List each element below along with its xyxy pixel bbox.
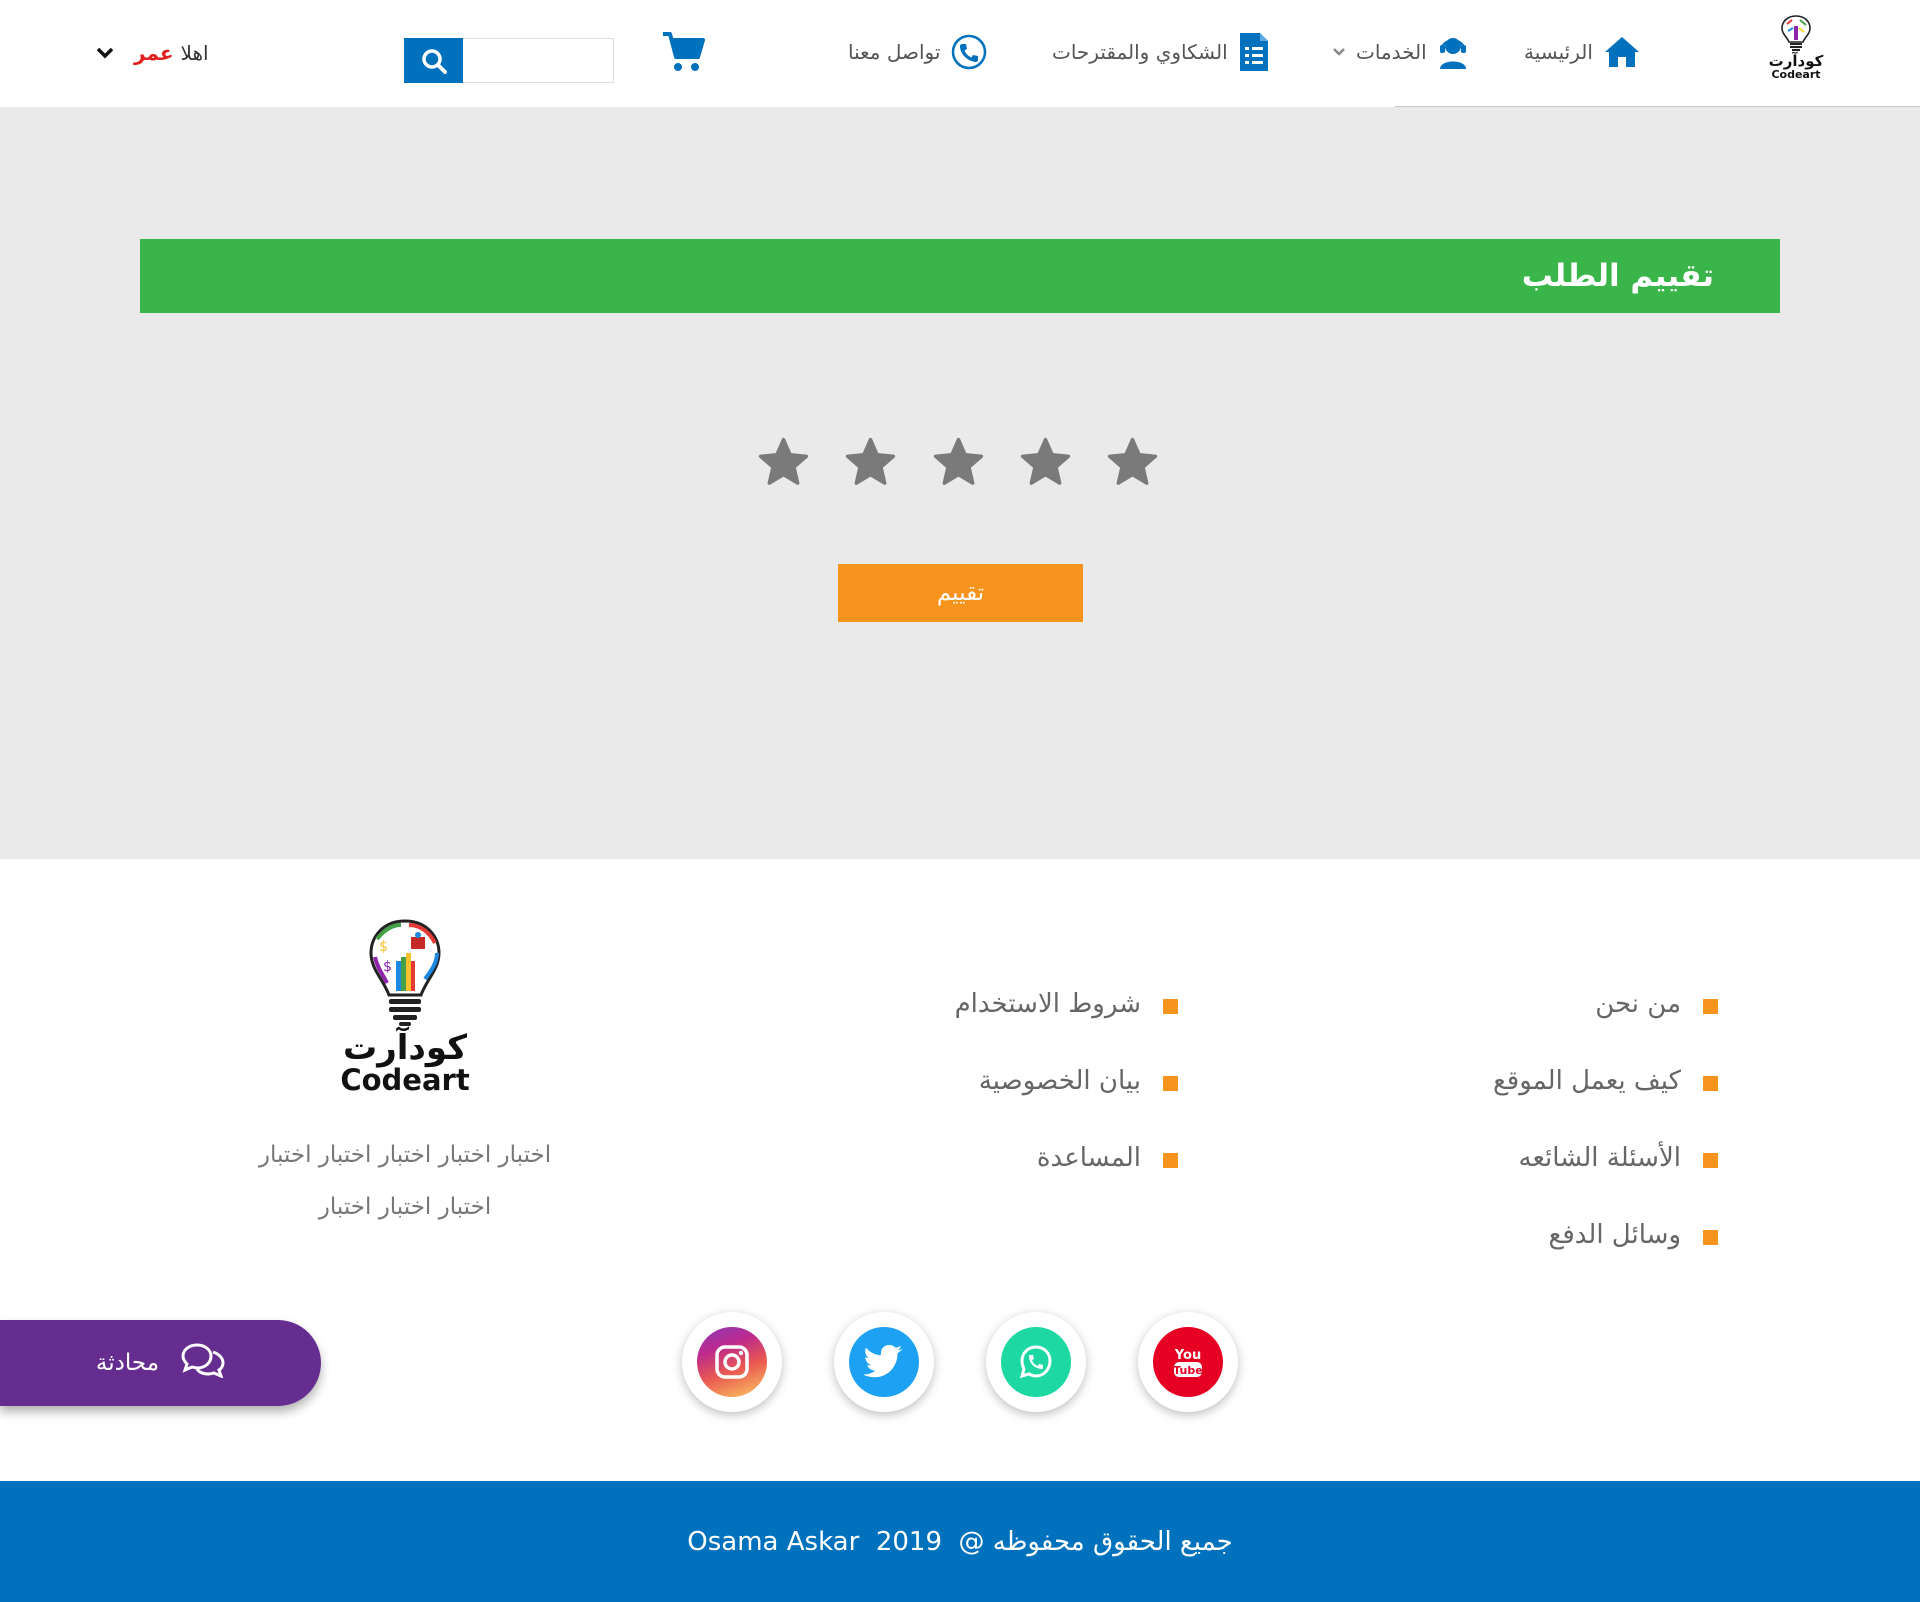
footer-links-col2: شروط الاستخدام بيان الخصوصية المساعدة (955, 985, 1178, 1176)
search-icon (421, 48, 447, 74)
footer-link-privacy[interactable]: بيان الخصوصية (979, 1062, 1178, 1099)
twitter-link[interactable] (834, 1312, 934, 1412)
footer-logo-arabic: كودآرت (343, 1028, 467, 1068)
footer-link-label: شروط الاستخدام (954, 988, 1141, 1019)
user-menu[interactable]: اهلا عمر (96, 34, 209, 72)
site-header: كودآرت Codeart الرئيسية الخدمات الشكاوي … (0, 0, 1920, 106)
document-list-icon (1238, 31, 1270, 73)
footer-link-about[interactable]: من نحن (1595, 985, 1718, 1022)
logo-english-text: Codeart (1771, 68, 1821, 81)
lightbulb-logo-icon (1781, 15, 1811, 51)
footer-link-label: الأسئلة الشائعه (1518, 1142, 1681, 1173)
about-line-2: اختبار اختبار اختبار (318, 1194, 492, 1220)
svg-text:Tube: Tube (1173, 1364, 1202, 1377)
bullet-icon (1163, 1076, 1178, 1091)
nav-item-complaints[interactable]: الشكاوي والمقترحات (1052, 28, 1270, 76)
user-name: عمر (134, 41, 174, 65)
youtube-link[interactable]: You Tube (1138, 1312, 1238, 1412)
nav-item-contact[interactable]: تواصل معنا (848, 28, 988, 76)
nav-item-services[interactable]: الخدمات (1332, 28, 1469, 76)
youtube-icon: You Tube (1153, 1327, 1223, 1397)
bullet-icon (1703, 999, 1718, 1014)
svg-text:$: $ (383, 959, 392, 975)
copyright-bar: جميع الحقوق محفوظه @ 2019 Osama Askar (0, 1481, 1920, 1602)
footer-link-label: من نحن (1595, 988, 1681, 1019)
instagram-icon (697, 1327, 767, 1397)
site-logo[interactable]: كودآرت Codeart (1760, 14, 1832, 90)
footer-logo-english: Codeart (340, 1063, 470, 1097)
svg-text:You: You (1174, 1348, 1201, 1363)
chat-bubbles-icon (181, 1342, 225, 1384)
cart-icon (663, 32, 705, 71)
chat-label: محادثة (95, 1350, 160, 1376)
cart-button[interactable] (660, 30, 706, 74)
star-icon-4[interactable] (843, 435, 898, 490)
search-button[interactable] (404, 38, 463, 83)
logo-arabic-text: كودآرت (1768, 52, 1824, 70)
bullet-icon (1163, 1153, 1178, 1168)
footer-links-col1: من نحن كيف يعمل الموقع الأسئلة الشائعه و… (1493, 985, 1718, 1253)
star-rating[interactable] (756, 432, 1160, 492)
whatsapp-icon (1001, 1327, 1071, 1397)
support-agent-icon (1437, 35, 1469, 69)
footer-link-help[interactable]: المساعدة (1037, 1139, 1178, 1176)
nav-label-home: الرئيسية (1524, 40, 1593, 64)
home-icon (1603, 35, 1641, 69)
chevron-down-icon (1332, 47, 1346, 57)
instagram-link[interactable] (682, 1312, 782, 1412)
footer-logo: $ $ كودآرت Codeart (340, 917, 470, 1097)
twitter-icon (849, 1327, 919, 1397)
chevron-down-icon (96, 44, 114, 63)
footer-link-label: بيان الخصوصية (978, 1065, 1141, 1096)
rate-button[interactable]: تقييم (838, 564, 1083, 622)
footer-link-label: المساعدة (1036, 1142, 1141, 1173)
nav-item-home[interactable]: الرئيسية (1524, 28, 1641, 76)
footer-link-faq[interactable]: الأسئلة الشائعه (1519, 1139, 1718, 1176)
star-icon-3[interactable] (931, 435, 986, 490)
svg-text:$: $ (379, 939, 388, 955)
chat-button[interactable]: محادثة (0, 1320, 321, 1406)
footer-link-label: كيف يعمل الموقع (1492, 1065, 1681, 1096)
nav-label-complaints: الشكاوي والمقترحات (1052, 40, 1228, 64)
footer-link-how-it-works[interactable]: كيف يعمل الموقع (1493, 1062, 1718, 1099)
lightbulb-logo-icon: $ $ (369, 919, 441, 1026)
bullet-icon (1703, 1076, 1718, 1091)
about-line-1: اختبار اختبار اختبار اختبار اختبار (258, 1142, 552, 1168)
bullet-icon (1703, 1153, 1718, 1168)
search-input[interactable] (463, 38, 614, 83)
star-icon-5[interactable] (756, 435, 811, 490)
footer-link-payment[interactable]: وسائل الدفع (1548, 1216, 1718, 1253)
footer-about-text: اختبار اختبار اختبار اختبار اختبار اختبا… (205, 1129, 605, 1233)
star-icon-1[interactable] (1105, 435, 1160, 490)
whatsapp-link[interactable] (986, 1312, 1086, 1412)
star-icon-2[interactable] (1018, 435, 1073, 490)
page-title: تقييم الطلب (1521, 258, 1714, 294)
bullet-icon (1703, 1230, 1718, 1245)
search-bar (404, 38, 614, 83)
footer-link-terms[interactable]: شروط الاستخدام (955, 985, 1178, 1022)
user-greeting: اهلا عمر (134, 41, 209, 65)
nav-label-services: الخدمات (1356, 40, 1427, 64)
title-bar: تقييم الطلب (140, 239, 1780, 313)
nav-label-contact: تواصل معنا (848, 40, 941, 64)
bullet-icon (1163, 999, 1178, 1014)
greeting-text: اهلا (180, 41, 209, 65)
phone-icon (950, 33, 988, 71)
copyright-text: جميع الحقوق محفوظه @ 2019 Osama Askar (687, 1526, 1233, 1557)
rating-section: تقييم الطلب تقييم (0, 107, 1920, 859)
footer-link-label: وسائل الدفع (1548, 1219, 1681, 1250)
